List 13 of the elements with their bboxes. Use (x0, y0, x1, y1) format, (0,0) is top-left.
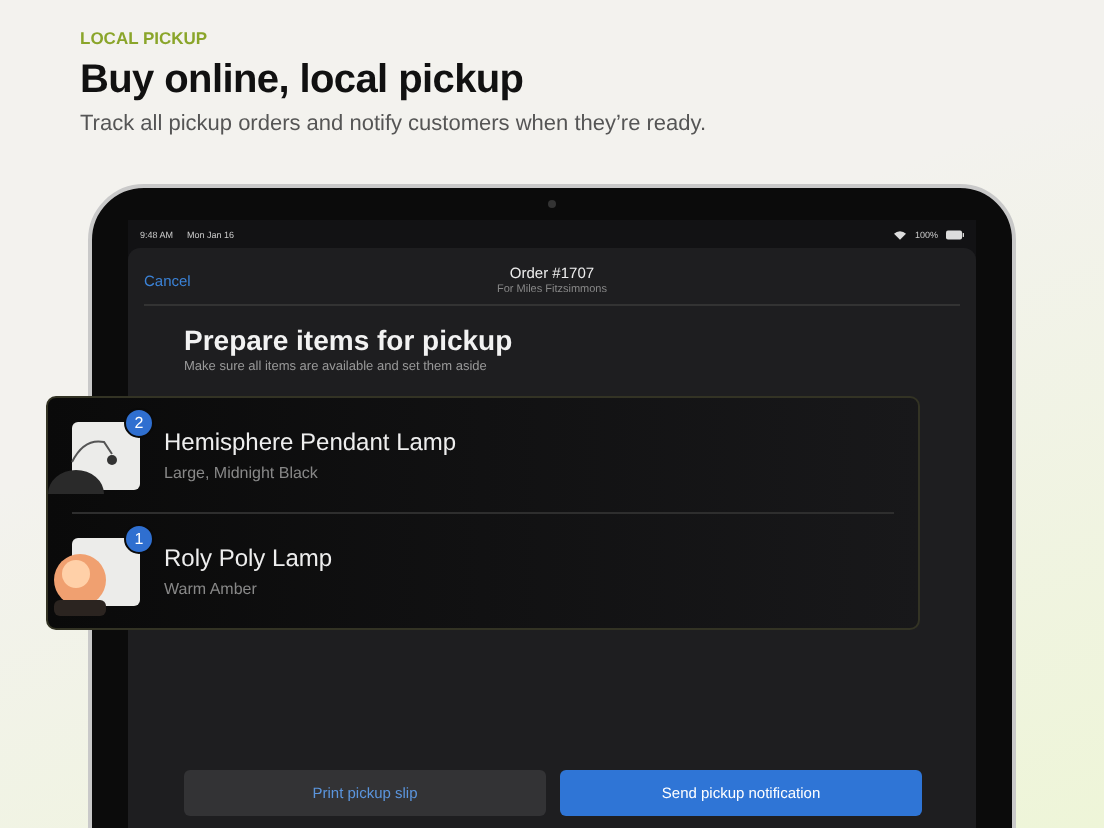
page-subtitle: Track all pickup orders and notify customers when they’re ready. (80, 112, 709, 136)
item-variant: Large, Midnight Black (164, 464, 320, 482)
item-name: Hemisphere Pendant Lamp (164, 428, 457, 456)
page-title: Buy online, local pickup (80, 58, 526, 104)
item-variant: Warm Amber (164, 580, 259, 598)
camera-icon (548, 200, 556, 208)
quantity-badge: 1 (124, 523, 154, 553)
battery-icon (946, 229, 964, 239)
quantity-badge: 2 (124, 407, 154, 437)
item-name: Roly Poly Lamp (164, 544, 333, 572)
wifi-icon (894, 229, 907, 239)
section-title: Prepare items for pickup (184, 324, 515, 356)
eyebrow-label: LOCAL PICKUP (80, 28, 210, 52)
